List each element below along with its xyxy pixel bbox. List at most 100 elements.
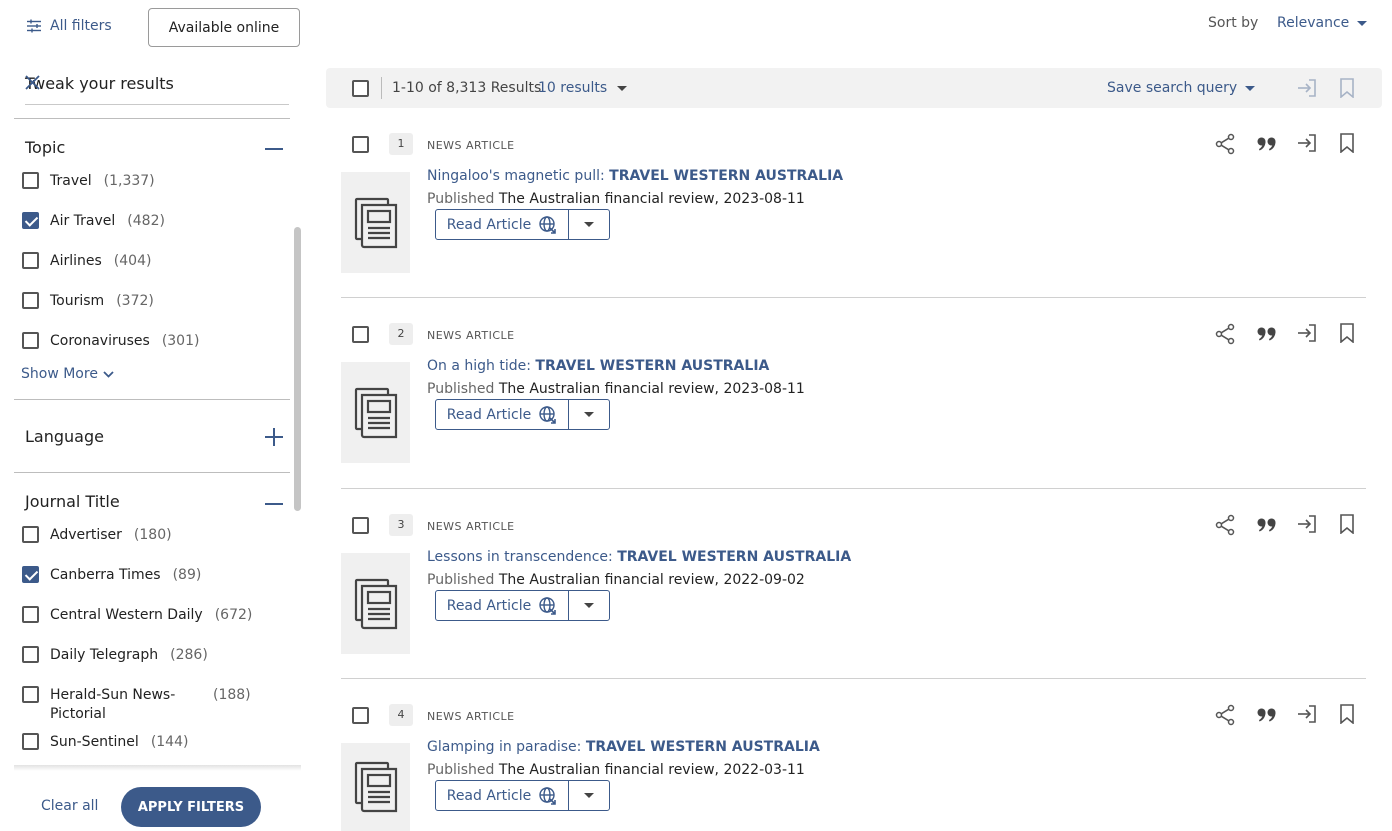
filter-option-central-western-daily[interactable]: Central Western Daily (672) <box>22 606 252 624</box>
expand-icon[interactable] <box>265 428 283 446</box>
globe-link-icon <box>539 215 557 234</box>
collapse-icon[interactable] <box>265 148 283 150</box>
bookmark-icon[interactable] <box>1339 514 1355 534</box>
filter-option-air-travel[interactable]: Air Travel (482) <box>22 212 165 230</box>
result-source: The Australian financial review, 2023-08… <box>498 381 805 397</box>
read-article-button-group: Read Article <box>435 780 610 811</box>
sort-select[interactable]: Relevance <box>1277 15 1368 31</box>
close-icon[interactable] <box>25 75 289 90</box>
read-article-button[interactable]: Read Article <box>436 210 569 239</box>
bookmark-icon[interactable] <box>1339 78 1355 98</box>
read-article-button[interactable]: Read Article <box>436 591 569 620</box>
filter-option-herald-sun[interactable]: Herald-Sun News-Pictorial (188) <box>22 686 251 724</box>
filter-option-airlines[interactable]: Airlines (404) <box>22 252 151 270</box>
checkbox[interactable] <box>22 686 39 703</box>
checkbox[interactable] <box>22 172 39 189</box>
panel-shadow <box>14 765 301 771</box>
share-icon[interactable] <box>1215 514 1235 536</box>
filter-option-count: (301) <box>161 333 200 349</box>
newspaper-icon <box>341 743 410 831</box>
share-icon[interactable] <box>1215 323 1235 345</box>
checkbox-checked[interactable] <box>22 212 39 229</box>
cite-icon[interactable] <box>1257 708 1277 722</box>
results-per-page-select[interactable]: 10 results <box>538 80 628 96</box>
result-checkbox[interactable] <box>352 326 369 343</box>
result-number: 4 <box>389 704 413 726</box>
read-article-button[interactable]: Read Article <box>436 400 569 429</box>
checkbox[interactable] <box>22 332 39 349</box>
read-article-label: Read Article <box>446 216 532 233</box>
filter-option-advertiser[interactable]: Advertiser (180) <box>22 526 172 544</box>
divider <box>341 297 1366 298</box>
export-icon[interactable] <box>1297 133 1317 153</box>
sort-value: Relevance <box>1277 15 1350 31</box>
result-checkbox[interactable] <box>352 136 369 153</box>
filter-option-label: Herald-Sun News-Pictorial <box>50 687 176 722</box>
result-title-highlight: TRAVEL WESTERN AUSTRALIA <box>535 358 770 374</box>
caret-down-icon <box>584 793 594 798</box>
checkbox[interactable] <box>22 606 39 623</box>
filter-option-label: Daily Telegraph <box>50 647 159 663</box>
available-online-button[interactable]: Available online <box>148 8 300 47</box>
filter-option-canberra-times[interactable]: Canberra Times (89) <box>22 566 201 584</box>
save-search-query-label: Save search query <box>1107 80 1238 96</box>
bookmark-icon[interactable] <box>1339 323 1355 343</box>
result-source: The Australian financial review, 2022-03… <box>498 762 805 778</box>
result-title-link[interactable]: Glamping in paradise: TRAVEL WESTERN AUS… <box>427 739 820 755</box>
bookmark-icon[interactable] <box>1339 704 1355 724</box>
select-all-checkbox[interactable] <box>352 80 369 97</box>
cite-icon[interactable] <box>1257 137 1277 151</box>
globe-link-icon <box>539 596 557 615</box>
filter-option-count: (404) <box>113 253 152 269</box>
export-icon[interactable] <box>1297 704 1317 724</box>
cite-icon[interactable] <box>1257 518 1277 532</box>
read-article-dropdown[interactable] <box>569 591 609 620</box>
checkbox[interactable] <box>22 292 39 309</box>
read-article-dropdown[interactable] <box>569 210 609 239</box>
all-filters-button[interactable]: All filters <box>27 18 112 34</box>
clear-all-link[interactable]: Clear all <box>41 798 98 814</box>
filter-option-label: Tourism <box>50 293 105 309</box>
collapse-icon[interactable] <box>265 503 283 505</box>
read-article-dropdown[interactable] <box>569 400 609 429</box>
read-article-button[interactable]: Read Article <box>436 781 569 810</box>
share-icon[interactable] <box>1215 133 1235 155</box>
result-title-text: Glamping in paradise: <box>427 739 586 755</box>
checkbox[interactable] <box>22 526 39 543</box>
show-more-link[interactable]: Show More <box>21 366 114 382</box>
export-icon[interactable] <box>1297 323 1317 343</box>
cite-icon[interactable] <box>1257 327 1277 341</box>
read-article-button-group: Read Article <box>435 399 610 430</box>
result-title-link[interactable]: Lessons in transcendence: TRAVEL WESTERN… <box>427 549 851 565</box>
filter-option-sun-sentinel[interactable]: Sun-Sentinel (144) <box>22 733 188 751</box>
checkbox[interactable] <box>22 646 39 663</box>
result-checkbox[interactable] <box>352 517 369 534</box>
share-icon[interactable] <box>1215 704 1235 726</box>
save-search-query-dropdown[interactable]: Save search query <box>1107 80 1256 96</box>
export-icon[interactable] <box>1297 514 1317 534</box>
result-title-link[interactable]: Ningaloo's magnetic pull: TRAVEL WESTERN… <box>427 168 843 184</box>
read-article-dropdown[interactable] <box>569 781 609 810</box>
apply-filters-button[interactable]: APPLY FILTERS <box>121 787 261 827</box>
result-checkbox[interactable] <box>352 707 369 724</box>
caret-down-icon <box>584 412 594 417</box>
result-type: NEWS ARTICLE <box>427 139 515 152</box>
filter-option-daily-telegraph[interactable]: Daily Telegraph (286) <box>22 646 208 664</box>
export-icon[interactable] <box>1297 78 1317 98</box>
all-filters-label: All filters <box>50 18 112 34</box>
filter-option-travel[interactable]: Travel (1,337) <box>22 172 155 190</box>
checkbox[interactable] <box>22 733 39 750</box>
read-article-button-group: Read Article <box>435 209 610 240</box>
filter-option-label: Coronaviruses <box>50 333 150 349</box>
read-article-label: Read Article <box>446 597 532 614</box>
result-title-link[interactable]: On a high tide: TRAVEL WESTERN AUSTRALIA <box>427 358 769 374</box>
bookmark-icon[interactable] <box>1339 133 1355 153</box>
divider <box>14 118 290 119</box>
filter-option-tourism[interactable]: Tourism (372) <box>22 292 154 310</box>
checkbox[interactable] <box>22 252 39 269</box>
filter-option-coronaviruses[interactable]: Coronaviruses (301) <box>22 332 199 350</box>
checkbox-checked[interactable] <box>22 566 39 583</box>
filter-option-count: (372) <box>116 293 154 309</box>
result-item: 1 NEWS ARTICLE Ningaloo's magnetic pull:… <box>341 133 1366 323</box>
filter-panel-scrollbar[interactable] <box>294 227 301 511</box>
